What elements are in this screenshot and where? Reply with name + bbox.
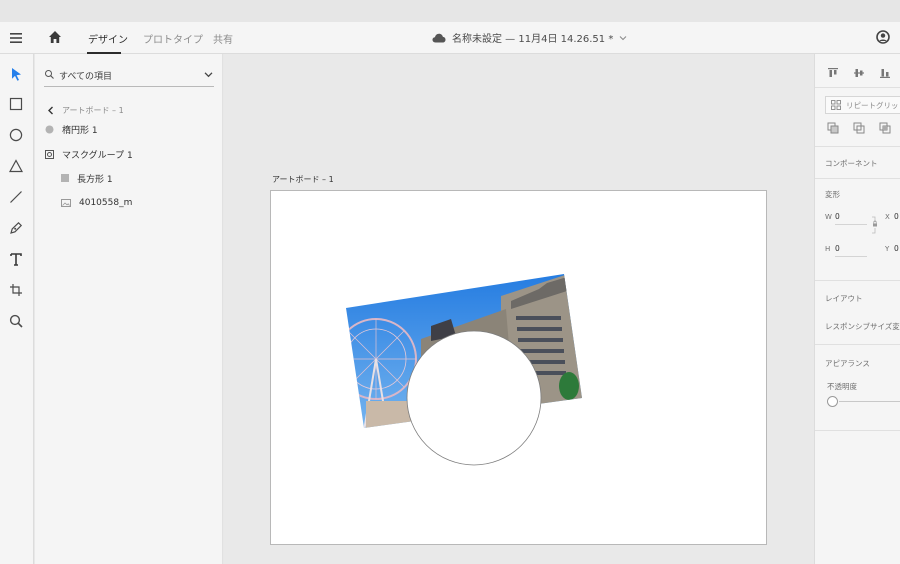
pen-tool-icon[interactable] (8, 220, 24, 236)
tab-share[interactable]: 共有 (213, 31, 233, 46)
x-label: X (885, 213, 890, 221)
appearance-section-label: アピアランス (825, 359, 870, 368)
artboard-label[interactable]: アートボード – 1 (272, 174, 334, 185)
width-field-underline (835, 224, 867, 225)
boolean-subtract-icon[interactable] (853, 122, 865, 134)
text-tool-icon[interactable] (8, 251, 24, 267)
layer-filter-dropdown[interactable]: すべての項目 (44, 65, 214, 87)
chevron-down-icon (619, 35, 627, 40)
divider (815, 87, 900, 88)
document-title[interactable]: 名称未設定 — 11月4日 14.26.51 * (432, 30, 627, 45)
opacity-label: 不透明度 (827, 382, 857, 391)
repeat-grid-label: リピートグリッド (846, 100, 900, 110)
ellipse-tool-icon[interactable] (8, 127, 24, 143)
zoom-tool-icon[interactable] (8, 313, 24, 329)
tab-design[interactable]: デザイン (88, 31, 128, 46)
chevron-left-icon (48, 106, 53, 115)
responsive-resize-toggle[interactable]: レスポンシブサイズ変更 (825, 321, 900, 332)
layer-item-mask-group[interactable]: マスクグループ 1 (45, 146, 133, 162)
app-header: デザイン プロトタイプ 共有 名称未設定 — 11月4日 14.26.51 * (0, 22, 900, 54)
ellipse-shape[interactable] (406, 330, 542, 466)
repeat-grid-button[interactable]: リピートグリッド (825, 96, 900, 114)
divider (815, 344, 900, 345)
lock-aspect-icon[interactable] (871, 216, 879, 234)
system-bar (0, 0, 900, 22)
divider (815, 280, 900, 281)
polygon-tool-icon[interactable] (8, 158, 24, 174)
line-tool-icon[interactable] (8, 189, 24, 205)
opacity-slider-track[interactable] (839, 401, 900, 402)
component-section-label[interactable]: コンポーネント (825, 158, 878, 169)
boolean-intersect-icon[interactable] (879, 122, 891, 134)
hamburger-menu-icon[interactable] (8, 30, 24, 46)
rectangle-icon (61, 174, 69, 182)
layer-item-image[interactable]: 4010558_m (61, 195, 132, 211)
layer-breadcrumb[interactable]: アートボード – 1 (47, 105, 124, 116)
select-tool-icon[interactable] (8, 66, 24, 82)
layer-item-label: 楕円形 1 (62, 125, 98, 136)
divider (815, 430, 900, 431)
layer-filter-label: すべての項目 (59, 72, 113, 82)
mask-group-icon (45, 149, 54, 159)
ellipse-icon (45, 125, 54, 133)
divider (815, 178, 900, 179)
y-field[interactable]: 0 (894, 244, 899, 253)
property-inspector: リピートグリッド コンポーネント 変形 W 0 X 0 H 0 Y 0 レイアウ… (814, 54, 900, 564)
artboard[interactable] (270, 190, 767, 545)
width-field[interactable]: 0 (835, 212, 840, 221)
search-icon (45, 70, 54, 79)
divider (815, 146, 900, 147)
layers-panel: すべての項目 アートボード – 1 楕円形 1 マスクグループ 1 長方形 1 (35, 54, 223, 564)
transform-section-label: 変形 (825, 190, 840, 199)
width-label: W (825, 213, 832, 221)
layer-item-rectangle[interactable]: 長方形 1 (61, 170, 113, 186)
home-icon[interactable] (47, 29, 63, 45)
rectangle-tool-icon[interactable] (8, 96, 24, 112)
boolean-add-icon[interactable] (827, 122, 839, 134)
image-icon (61, 199, 71, 207)
masked-photo-group[interactable] (271, 191, 768, 546)
document-title-text: 名称未設定 — 11月4日 14.26.51 * (452, 34, 614, 45)
height-field[interactable]: 0 (835, 244, 840, 253)
user-account-icon[interactable] (876, 30, 890, 44)
layer-item-ellipse[interactable]: 楕円形 1 (45, 121, 98, 137)
opacity-slider-handle[interactable] (827, 396, 838, 407)
layer-item-label: マスクグループ 1 (62, 150, 133, 161)
align-bottom-icon[interactable] (879, 67, 891, 79)
artboard-tool-icon[interactable] (8, 282, 24, 298)
layout-section-label: レイアウト (825, 294, 863, 303)
align-middle-icon[interactable] (853, 67, 865, 79)
layer-item-label: 4010558_m (79, 198, 133, 208)
breadcrumb-label: アートボード – 1 (62, 106, 124, 115)
y-label: Y (885, 245, 890, 253)
layer-item-label: 長方形 1 (77, 174, 113, 185)
height-field-underline (835, 256, 867, 257)
align-top-icon[interactable] (827, 67, 839, 79)
tool-bar (0, 54, 34, 564)
cloud-icon (432, 33, 446, 42)
chevron-down-icon (204, 72, 213, 78)
repeat-grid-icon (831, 100, 841, 110)
height-label: H (825, 245, 831, 253)
x-field[interactable]: 0 (894, 212, 899, 221)
tab-prototype[interactable]: プロトタイプ (143, 31, 203, 46)
